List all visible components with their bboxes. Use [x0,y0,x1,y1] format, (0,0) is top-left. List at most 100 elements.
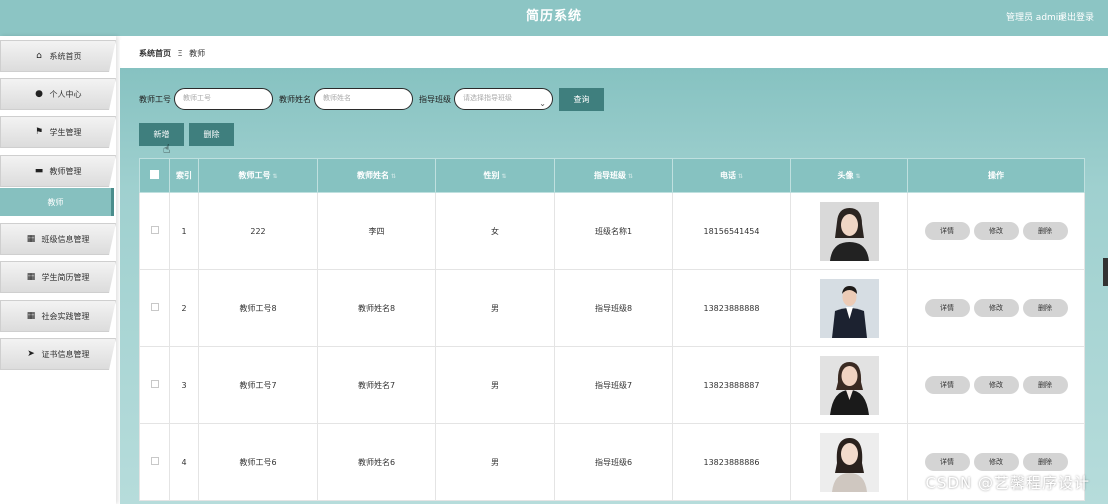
column-header[interactable]: 电话 ⇅ [672,158,791,193]
sidebar-item-label: 学生简历管理 [41,272,90,282]
cell-class: 指导班级6 [554,423,673,501]
column-header: 操作 [907,158,1085,193]
teacher-name-input[interactable]: 教师姓名 [314,88,413,110]
cell-teacher-id: 222 [198,192,318,270]
cell-class: 班级名称1 [554,192,673,270]
edit-button[interactable]: 修改 [973,222,1019,240]
column-header-label: 教师工号 [238,171,271,180]
detail-button[interactable]: 详情 [924,299,970,317]
column-header[interactable]: 头像 ⇅ [790,158,908,193]
row-checkbox[interactable] [150,457,159,465]
column-header[interactable]: 教师姓名 ⇅ [317,158,436,193]
sort-icon: ⇅ [855,173,861,180]
avatar [819,432,879,492]
row-checkbox[interactable] [150,303,159,311]
cell-phone: 13823888887 [672,346,791,424]
edit-button[interactable]: 修改 [973,299,1019,317]
sort-icon: ⇅ [390,173,397,180]
cell-teacher-id: 教师工号7 [198,346,318,424]
sidebar-subitem-teacher[interactable]: 教师 [0,188,114,216]
delete-button[interactable]: 删除 [1022,376,1068,394]
sidebar-item-profile[interactable]: ● 个人中心 [0,78,116,110]
cell-index: 1 [169,192,199,270]
watermark: CSDN @艺馨程序设计 [925,474,1090,492]
sidebar-item-label: 教师管理 [49,166,82,176]
column-header-label: 性别 [483,171,500,180]
cell-phone: 13823888886 [672,423,791,501]
detail-button[interactable]: 详情 [924,453,970,471]
sidebar-item-classes[interactable]: ▦ 班级信息管理 [0,223,116,255]
select-all-cell [139,158,170,193]
cell-actions: 详情 修改 删除 [907,269,1085,347]
avatar [819,278,879,338]
table-header-row: 索引 教师工号 ⇅ 教师姓名 ⇅ 性别 ⇅ 指导班级 ⇅ 电话 ⇅ 头像 ⇅ 操作 [139,158,1085,193]
user-icon: ● [35,89,43,99]
cell-gender: 男 [435,346,555,424]
chat-icon: ▬ [34,166,44,176]
grid-icon: ▦ [26,311,36,321]
top-header: 简历系统 管理员 admin 退出登录 [0,0,1108,36]
sidebar-item-students[interactable]: ⚑ 学生管理 [0,116,116,148]
cell-teacher-name: 教师姓名8 [317,269,436,347]
sort-icon: ⇅ [737,173,744,180]
sidebar-item-certificates[interactable]: ➤ 证书信息管理 [0,338,116,370]
home-icon: ⌂ [36,51,42,61]
cell-index: 3 [169,346,199,424]
edit-button[interactable]: 修改 [973,376,1019,394]
sidebar-item-label: 证书信息管理 [41,349,90,359]
select-all-checkbox[interactable] [150,170,159,179]
main-panel: 教师工号 教师工号 教师姓名 教师姓名 指导班级 请选择指导班级 ⌄ 查询 新增… [120,68,1108,504]
cell-index: 2 [169,269,199,347]
delete-button[interactable]: 删除 [1022,222,1068,240]
column-header[interactable]: 指导班级 ⇅ [554,158,673,193]
row-checkbox[interactable] [150,380,159,388]
pointer-cursor-icon: ☝ [163,142,171,156]
column-header-label: 教师姓名 [356,171,389,180]
cell-class: 指导班级7 [554,346,673,424]
search-form: 教师工号 教师工号 教师姓名 教师姓名 指导班级 请选择指导班级 ⌄ 查询 [139,87,604,111]
cell-index: 4 [169,423,199,501]
column-header-label: 指导班级 [593,171,626,180]
sidebar-item-teachers[interactable]: ▬ 教师管理 [0,155,116,187]
batch-delete-button[interactable]: 删除 [189,123,234,146]
delete-button[interactable]: 删除 [1022,299,1068,317]
column-header-label: 电话 [719,171,736,180]
cell-teacher-name: 教师姓名6 [317,423,436,501]
sidebar-item-label: 社会实践管理 [41,311,90,321]
delete-button[interactable]: 删除 [1022,453,1068,471]
breadcrumb-separator: Ξ [177,49,183,58]
sidebar: ⌂ 系统首页 ● 个人中心 ⚑ 学生管理 ▬ 教师管理 教师 ▦ 班级信息管理 … [0,36,116,504]
detail-button[interactable]: 详情 [924,222,970,240]
class-select-placeholder: 请选择指导班级 [463,94,512,102]
cell-teacher-name: 教师姓名7 [317,346,436,424]
column-header[interactable]: 性别 ⇅ [435,158,555,193]
add-button[interactable]: 新增 [139,123,184,146]
breadcrumb-bar: 系统首页 Ξ 教师 [120,40,1108,66]
grid-icon: ▦ [26,272,36,282]
logout-link[interactable]: 退出登录 [1058,10,1094,23]
avatar [819,355,879,415]
teacher-id-input[interactable]: 教师工号 [174,88,273,110]
column-header[interactable]: 教师工号 ⇅ [198,158,318,193]
detail-button[interactable]: 详情 [924,376,970,394]
sidebar-item-practice[interactable]: ▦ 社会实践管理 [0,300,116,332]
sidebar-item-home[interactable]: ⌂ 系统首页 [0,40,116,72]
sort-icon: ⇅ [501,173,507,180]
app-title: 简历系统 [525,9,582,24]
edit-button[interactable]: 修改 [973,453,1019,471]
cell-gender: 男 [435,269,555,347]
class-select[interactable]: 请选择指导班级 ⌄ [454,88,553,110]
cell-gender: 女 [435,192,555,270]
table-row: 1 222 李四 女 班级名称1 18156541454 详情 修改 删除 [139,192,1085,270]
sort-icon: ⇅ [272,173,278,180]
sidebar-item-resumes[interactable]: ▦ 学生简历管理 [0,261,116,293]
flag-icon: ⚑ [34,127,44,137]
cell-class: 指导班级8 [554,269,673,347]
teacher-table: 索引 教师工号 ⇅ 教师姓名 ⇅ 性别 ⇅ 指导班级 ⇅ 电话 ⇅ 头像 ⇅ 操作 1 22… [139,158,1085,501]
row-checkbox[interactable] [150,226,159,234]
teacher-name-label: 教师姓名 [279,94,311,104]
query-button[interactable]: 查询 [559,87,604,111]
scrollbar-thumb[interactable] [1103,258,1108,286]
teacher-id-label: 教师工号 [139,94,171,104]
breadcrumb-home[interactable]: 系统首页 [139,49,171,58]
